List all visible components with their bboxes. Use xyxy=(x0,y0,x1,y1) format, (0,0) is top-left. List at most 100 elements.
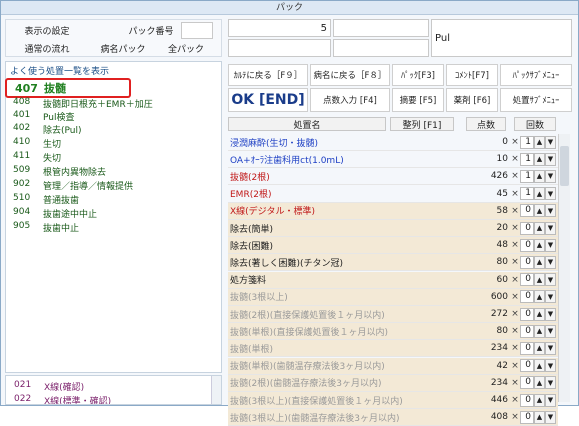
count-down-button[interactable]: ▼ xyxy=(545,307,556,321)
count-up-button[interactable]: ▲ xyxy=(534,169,545,183)
count-input[interactable]: 0 xyxy=(520,307,534,321)
pack-number-input[interactable] xyxy=(181,22,213,39)
count-header[interactable]: 回数 xyxy=(514,117,556,131)
table-row[interactable]: 抜髄(単根)(歯髄温存療法後3ヶ月以内) 42 × 0 ▲ ▼ xyxy=(228,357,558,375)
count-down-button[interactable]: ▼ xyxy=(545,376,556,390)
count-down-button[interactable]: ▼ xyxy=(545,290,556,304)
list-item[interactable]: 904 抜歯途中中止 xyxy=(13,207,97,220)
table-row[interactable]: 抜髄(2根) 426 × 1 ▲ ▼ xyxy=(228,168,558,186)
count-input[interactable]: 0 xyxy=(520,410,534,424)
count-up-button[interactable]: ▲ xyxy=(534,221,545,235)
table-row[interactable]: X線(デジタル・標準) 58 × 0 ▲ ▼ xyxy=(228,202,558,220)
pack-f3-button[interactable]: ﾊﾟｯｸ[F3] xyxy=(392,64,444,86)
list-item[interactable]: 905 抜歯中止 xyxy=(13,221,79,234)
count-down-button[interactable]: ▼ xyxy=(545,393,556,407)
count-up-button[interactable]: ▲ xyxy=(534,135,545,149)
table-row[interactable]: 浸潤麻酔(生切・抜髄) 0 × 1 ▲ ▼ xyxy=(228,134,558,151)
table-row[interactable]: 除去(著しく困難)(チタン冠) 80 × 0 ▲ ▼ xyxy=(228,254,558,272)
xray-list-scrollbar[interactable] xyxy=(211,376,221,404)
list-item[interactable]: 401 Pul検査 xyxy=(13,110,74,123)
count-input[interactable]: 0 xyxy=(520,255,534,269)
count-up-button[interactable]: ▲ xyxy=(534,376,545,390)
table-row[interactable]: 抜髄(2根)(直接保護処置後１ヶ月以内) 272 × 0 ▲ ▼ xyxy=(228,306,558,323)
procedure-submenu-button[interactable]: 処置ｻﾌﾞﾒﾆｭｰ xyxy=(500,88,572,112)
pack-extra-box-3[interactable] xyxy=(333,39,429,57)
count-input[interactable]: 0 xyxy=(520,376,534,390)
count-down-button[interactable]: ▼ xyxy=(545,221,556,235)
count-input[interactable]: 1 xyxy=(520,187,534,201)
table-row[interactable]: 抜髄(3根以上)(歯髄温存療法後3ヶ月以内) 408 × 0 ▲ ▼ xyxy=(228,409,558,426)
pack-extra-box-1[interactable] xyxy=(333,19,429,37)
count-up-button[interactable]: ▲ xyxy=(534,255,545,269)
count-up-button[interactable]: ▲ xyxy=(534,238,545,252)
sort-f1-button[interactable]: 整列 [F1] xyxy=(390,117,454,131)
count-down-button[interactable]: ▼ xyxy=(545,255,556,269)
table-row[interactable]: 除去(簡単) 20 × 0 ▲ ▼ xyxy=(228,220,558,237)
count-down-button[interactable]: ▼ xyxy=(545,238,556,252)
count-up-button[interactable]: ▲ xyxy=(534,307,545,321)
count-down-button[interactable]: ▼ xyxy=(545,169,556,183)
count-up-button[interactable]: ▲ xyxy=(534,393,545,407)
table-row[interactable]: OA+ｵｰﾗ注歯科用ct(1.0mL) 10 × 1 ▲ ▼ xyxy=(228,151,558,169)
list-item[interactable]: 510 普通抜歯 xyxy=(13,193,79,206)
pack-extra-box-2[interactable] xyxy=(228,39,331,57)
display-settings-button[interactable]: 表示の設定 xyxy=(15,23,79,37)
table-row[interactable]: 処方箋料 60 × 0 ▲ ▼ xyxy=(228,271,558,289)
list-item[interactable]: 509 根管内異物除去 xyxy=(13,165,106,178)
list-item[interactable]: 410 生切 xyxy=(13,137,61,150)
list-item[interactable]: 902 管理／指導／情報提供 xyxy=(13,179,133,192)
count-input[interactable]: 1 xyxy=(520,152,534,166)
table-scrollbar-thumb[interactable] xyxy=(560,146,569,186)
table-row[interactable]: EMR(2根) 45 × 1 ▲ ▼ xyxy=(228,186,558,203)
table-row[interactable]: 抜髄(3根以上) 600 × 0 ▲ ▼ xyxy=(228,288,558,306)
back-to-chart-button[interactable]: ｶﾙﾃに戻る［F９］ xyxy=(228,64,308,86)
count-down-button[interactable]: ▼ xyxy=(545,187,556,201)
count-input[interactable]: 0 xyxy=(520,204,534,218)
count-down-button[interactable]: ▼ xyxy=(545,273,556,287)
count-input[interactable]: 0 xyxy=(520,393,534,407)
count-down-button[interactable]: ▼ xyxy=(545,324,556,338)
count-up-button[interactable]: ▲ xyxy=(534,410,545,424)
count-input[interactable]: 0 xyxy=(520,238,534,252)
count-input[interactable]: 0 xyxy=(520,221,534,235)
count-up-button[interactable]: ▲ xyxy=(534,290,545,304)
list-item[interactable]: 402 除去(Pul) xyxy=(13,123,82,136)
summary-f5-button[interactable]: 摘要 [F5] xyxy=(392,88,444,112)
table-row[interactable]: 抜髄(3根以上)(直接保護処置後１ヶ月以内) 446 × 0 ▲ ▼ xyxy=(228,392,558,409)
count-down-button[interactable]: ▼ xyxy=(545,410,556,424)
count-down-button[interactable]: ▼ xyxy=(545,341,556,355)
table-row[interactable]: 除去(困難) 48 × 0 ▲ ▼ xyxy=(228,237,558,255)
point-input-f4-button[interactable]: 点数入力 [F4] xyxy=(310,88,390,112)
count-input[interactable]: 0 xyxy=(520,359,534,373)
points-header[interactable]: 点数 xyxy=(466,117,506,131)
count-up-button[interactable]: ▲ xyxy=(534,204,545,218)
disease-pack-button[interactable]: 病名パック xyxy=(93,41,153,55)
count-up-button[interactable]: ▲ xyxy=(534,341,545,355)
ok-end-button[interactable]: OK [END] xyxy=(228,88,308,112)
list-item[interactable]: 022 X線(標準・確認) xyxy=(14,394,111,404)
back-to-disease-button[interactable]: 病名に戻る［F８］ xyxy=(310,64,390,86)
table-scrollbar[interactable] xyxy=(558,134,570,402)
count-down-button[interactable]: ▼ xyxy=(545,359,556,373)
list-item[interactable]: 408 抜髄即日根充＋EMR＋加圧 xyxy=(13,97,153,110)
procedure-name-header[interactable]: 処置名 xyxy=(228,117,386,131)
count-up-button[interactable]: ▲ xyxy=(534,152,545,166)
count-up-button[interactable]: ▲ xyxy=(534,359,545,373)
table-row[interactable]: 抜髄(単根)(直接保護処置後１ヶ月以内) 80 × 0 ▲ ▼ xyxy=(228,323,558,341)
table-row[interactable]: 抜髄(2根)(歯髄温存療法後3ヶ月以内) 234 × 0 ▲ ▼ xyxy=(228,374,558,392)
count-input[interactable]: 0 xyxy=(520,290,534,304)
list-item[interactable]: 021 X線(確認) xyxy=(14,380,84,393)
count-down-button[interactable]: ▼ xyxy=(545,135,556,149)
table-row[interactable]: 抜髄(単根) 234 × 0 ▲ ▼ xyxy=(228,340,558,358)
count-up-button[interactable]: ▲ xyxy=(534,187,545,201)
pack-submenu-button[interactable]: ﾊﾟｯｸｻﾌﾞﾒﾆｭｰ xyxy=(500,64,572,86)
count-down-button[interactable]: ▼ xyxy=(545,204,556,218)
count-input[interactable]: 1 xyxy=(520,135,534,149)
drug-f6-button[interactable]: 薬剤 [F6] xyxy=(446,88,498,112)
comment-f7-button[interactable]: ｺﾒﾝﾄ[F7] xyxy=(446,64,498,86)
count-down-button[interactable]: ▼ xyxy=(545,152,556,166)
list-item[interactable]: 411 失切 xyxy=(13,151,61,164)
count-input[interactable]: 0 xyxy=(520,324,534,338)
count-input[interactable]: 0 xyxy=(520,273,534,287)
normal-flow-button[interactable]: 通常の流れ xyxy=(15,41,79,55)
